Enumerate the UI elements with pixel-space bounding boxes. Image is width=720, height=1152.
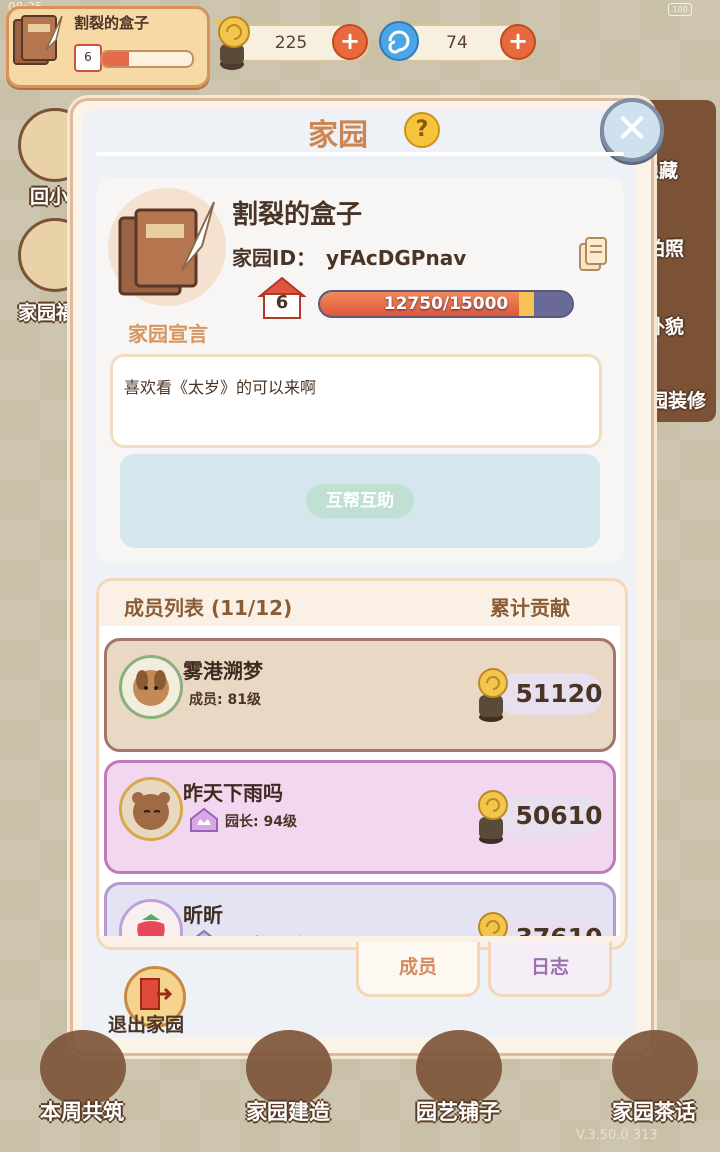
tab-members[interactable]: 成员 (356, 942, 480, 997)
member-role: 成员: 81级 (189, 692, 261, 708)
tea-chat-label: 家园茶话 (612, 1100, 696, 1124)
add-snail-button[interactable]: + (332, 24, 368, 60)
member-name: 昨天下雨吗 (183, 781, 283, 805)
home-name: 割裂的盒子 (232, 200, 363, 230)
member-name: 雾港溯梦 (183, 659, 263, 683)
home-gift-label: 家园福 (18, 302, 76, 324)
home-level-value: 6 (275, 292, 289, 313)
declaration-text: 喜欢看《太岁》的可以来啊 (124, 378, 317, 397)
add-swirl-button[interactable]: + (500, 24, 536, 60)
battery-icon: 100 (668, 3, 692, 16)
back-home-label: 回小 (30, 186, 69, 208)
bear-avatar-icon (122, 780, 180, 838)
home-exp-text: 12750/15000 (383, 294, 509, 314)
help-question-icon[interactable]: ? (404, 112, 440, 148)
member-avatar (119, 777, 183, 841)
home-build-label: 家园建造 (246, 1100, 330, 1124)
exit-home-label: 退出家园 (108, 1014, 185, 1036)
contribution-title: 累计贡献 (490, 596, 570, 620)
member-avatar (119, 655, 183, 719)
snail-trophy-icon (478, 668, 508, 722)
member-role: 副园长: 93级 (225, 933, 311, 936)
tea-chat-button[interactable] (612, 1030, 698, 1106)
profile-level-badge: 6 (74, 44, 102, 72)
swirl-value: 74 (446, 33, 468, 53)
member-score: 37610 (511, 917, 607, 936)
declaration-label: 家园宣言 (128, 322, 208, 346)
garden-shop-label: 园艺铺子 (416, 1100, 500, 1124)
title-divider (96, 152, 624, 156)
member-avatar (119, 899, 183, 936)
snail-trophy-icon (478, 790, 508, 844)
vice-leader-crown-icon (195, 929, 213, 936)
home-id: 家园ID： yFAcDGPnav (232, 246, 467, 270)
member-row[interactable]: 昨天下雨吗 园长: 94级 50610 (104, 760, 616, 874)
strawberry-avatar-icon (122, 902, 180, 936)
swirl-icon (379, 21, 419, 61)
snail-icon (215, 16, 250, 70)
member-list-title: 成员列表 (11/12) (124, 596, 293, 620)
dog-avatar-icon (133, 670, 169, 706)
snail-trophy-icon (478, 912, 508, 936)
leader-crown-icon (190, 807, 218, 832)
copy-icon[interactable] (578, 236, 608, 272)
mutual-help-button[interactable]: 互帮互助 (306, 484, 414, 518)
home-build-button[interactable] (246, 1030, 332, 1106)
book-avatar-icon (13, 15, 63, 65)
member-role: 园长: 94级 (225, 814, 297, 830)
tab-log[interactable]: 日志 (488, 942, 612, 997)
garden-shop-button[interactable] (416, 1030, 502, 1106)
weekly-build-label: 本周共筑 (40, 1100, 124, 1124)
snail-value: 225 (274, 33, 308, 53)
weekly-build-button[interactable] (40, 1030, 126, 1106)
member-row[interactable]: 昕昕 副园长: 93级 37610 (104, 882, 616, 936)
profile-progress-bar (100, 50, 194, 68)
member-name: 昕昕 (183, 903, 223, 927)
version-text: V.3.50.0 313 (576, 1128, 658, 1143)
profile-name: 割裂的盒子 (74, 14, 150, 32)
member-row[interactable]: 雾港溯梦 成员: 81级 51120 (104, 638, 616, 752)
declaration-box[interactable] (110, 354, 602, 448)
home-book-icon (118, 201, 215, 296)
member-score: 51120 (515, 679, 603, 708)
member-score: 50610 (515, 801, 603, 830)
profile-progress-fill (102, 52, 129, 66)
member-list[interactable]: 雾港溯梦 成员: 81级 51120 昨天下雨吗 园长: 94级 50610 昕… (100, 626, 620, 936)
